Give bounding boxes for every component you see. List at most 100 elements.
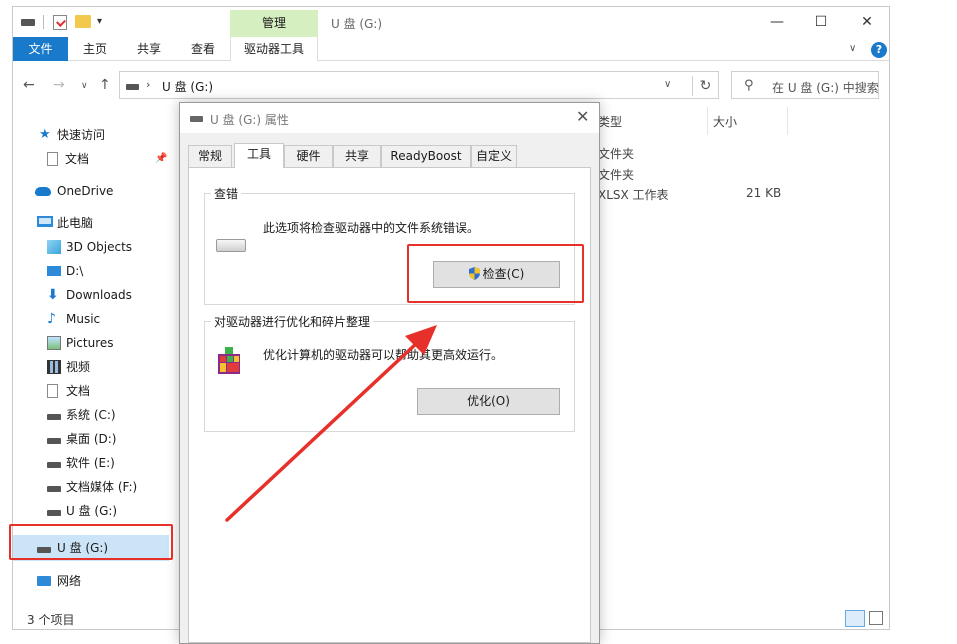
drive-icon[interactable] <box>21 19 35 26</box>
status-bar-item-count: 3 个项目 <box>27 613 75 627</box>
column-divider[interactable] <box>787 107 788 135</box>
tab-home[interactable]: 主页 <box>75 37 115 61</box>
file-size-cell: 21 KB <box>746 186 782 200</box>
optimize-title: 对驱动器进行优化和碎片整理 <box>211 313 374 330</box>
highlight-usb-drive <box>9 524 173 560</box>
error-checking-title: 查错 <box>211 185 242 202</box>
sidebar-item-3d-objects[interactable]: 3D Objects <box>13 236 183 258</box>
highlight-check-button <box>407 244 584 303</box>
drive-icon <box>190 116 203 122</box>
ribbon-tabs: 文件 主页 共享 查看 驱动器工具 <box>13 37 889 61</box>
sidebar-item-pictures[interactable]: Pictures <box>13 332 183 354</box>
error-checking-description: 此选项将检查驱动器中的文件系统错误。 <box>263 221 480 235</box>
new-folder-icon[interactable] <box>75 15 91 28</box>
optimize-group: 对驱动器进行优化和碎片整理 优化计算机的驱动器可以帮助其更高效运行。 优化(O) <box>204 313 575 432</box>
tab-hardware[interactable]: 硬件 <box>284 145 333 167</box>
document-icon <box>47 152 58 166</box>
breadcrumb[interactable]: U 盘 (G:) <box>162 78 213 95</box>
column-header-size[interactable]: 大小 <box>713 113 737 130</box>
sidebar-item-quick-access[interactable]: ★ 快速访问 <box>13 124 183 146</box>
star-icon: ★ <box>39 127 51 142</box>
dialog-title: U 盘 (G:) 属性 <box>210 113 289 127</box>
pictures-icon <box>47 336 61 350</box>
window-title: U 盘 (G:) <box>331 17 383 31</box>
drive-icon <box>216 239 246 252</box>
column-divider[interactable] <box>707 107 708 135</box>
drive-icon <box>47 510 61 516</box>
file-type-cell: XLSX 工作表 <box>598 188 669 202</box>
drive-icon <box>47 486 61 492</box>
sidebar-item-drive-e[interactable]: 软件 (E:) <box>13 452 183 474</box>
tab-sharing[interactable]: 共享 <box>333 145 381 167</box>
pin-icon[interactable]: 📌 <box>155 148 167 170</box>
recent-locations-icon[interactable]: ∨ <box>81 81 88 91</box>
close-icon[interactable]: ✕ <box>844 11 890 33</box>
tools-tab-panel: 查错 此选项将检查驱动器中的文件系统错误。 检查(C) 对驱动器进行优化和碎片整… <box>188 167 591 643</box>
tab-share[interactable]: 共享 <box>129 37 169 61</box>
sidebar-item-videos[interactable]: 视频 <box>13 356 183 378</box>
large-icons-view-icon[interactable] <box>869 611 883 625</box>
monitor-icon <box>47 266 61 276</box>
back-arrow-icon[interactable]: ← <box>23 77 35 93</box>
sidebar-item-music[interactable]: ♪ Music <box>13 308 183 330</box>
computer-icon <box>37 216 53 227</box>
address-bar[interactable]: › U 盘 (G:) ∨ ↻ <box>119 71 719 99</box>
title-bar: ▾ 管理 U 盘 (G:) — ☐ ✕ <box>13 7 889 37</box>
document-icon <box>47 384 58 398</box>
tab-view[interactable]: 查看 <box>183 37 223 61</box>
sidebar-item-drive-c[interactable]: 系统 (C:) <box>13 404 183 426</box>
sidebar-item-this-pc[interactable]: 此电脑 <box>13 212 183 234</box>
sidebar-item-d-drive[interactable]: D:\ <box>13 260 183 282</box>
help-icon[interactable]: ? <box>871 42 887 58</box>
dialog-title-bar: U 盘 (G:) 属性 ✕ <box>180 103 599 133</box>
details-view-icon[interactable] <box>845 610 865 627</box>
tab-file[interactable]: 文件 <box>13 37 68 61</box>
close-icon[interactable]: ✕ <box>576 107 589 126</box>
sidebar-item-onedrive[interactable]: OneDrive <box>13 180 183 202</box>
drive-icon <box>47 462 61 468</box>
drive-icon <box>47 438 61 444</box>
sidebar-item-drive-g[interactable]: U 盘 (G:) <box>13 500 183 522</box>
customize-toolbar-icon[interactable]: ▾ <box>97 15 102 29</box>
up-arrow-icon[interactable]: ↑ <box>99 77 111 93</box>
tab-readyboost[interactable]: ReadyBoost <box>381 145 471 167</box>
optimize-description: 优化计算机的驱动器可以帮助其更高效运行。 <box>263 348 504 362</box>
download-icon: ⬇ <box>47 287 59 303</box>
sidebar-item-drive-d[interactable]: 桌面 (D:) <box>13 428 183 450</box>
cube-icon <box>47 240 61 254</box>
tab-drive-tools[interactable]: 驱动器工具 <box>230 37 318 61</box>
search-placeholder: 在 U 盘 (G:) 中搜索 <box>772 81 879 95</box>
navigation-pane: ★ 快速访问 文档 📌 OneDrive 此电脑 3D Objects D:\ … <box>13 117 183 588</box>
maximize-icon[interactable]: ☐ <box>798 11 844 33</box>
file-type-cell: 文件夹 <box>598 147 635 161</box>
sidebar-item-documents-pinned[interactable]: 文档 📌 <box>13 148 183 170</box>
chevron-down-icon[interactable]: ∨ <box>664 79 671 90</box>
tab-tools[interactable]: 工具 <box>234 143 284 168</box>
manage-context-tab[interactable]: 管理 <box>230 10 318 37</box>
toolbar-separator <box>43 15 44 29</box>
cloud-icon <box>35 187 51 196</box>
refresh-icon[interactable]: ↻ <box>692 76 718 96</box>
minimize-icon[interactable]: — <box>754 11 800 33</box>
optimize-button[interactable]: 优化(O) <box>417 388 560 415</box>
search-icon: ⚲ <box>744 78 754 93</box>
sidebar-item-documents[interactable]: 文档 <box>13 380 183 402</box>
network-icon <box>37 576 51 586</box>
drive-properties-dialog: U 盘 (G:) 属性 ✕ 常规 工具 硬件 共享 ReadyBoost 自定义… <box>179 102 600 644</box>
sidebar-item-drive-f[interactable]: 文档媒体 (F:) <box>13 476 183 498</box>
tab-general[interactable]: 常规 <box>188 145 232 167</box>
music-icon: ♪ <box>47 311 56 327</box>
search-input[interactable]: ⚲ 在 U 盘 (G:) 中搜索 <box>731 71 879 99</box>
chevron-down-icon[interactable]: ∨ <box>849 43 856 54</box>
tab-customize[interactable]: 自定义 <box>471 145 517 167</box>
defragment-icon <box>218 347 240 374</box>
column-header-type[interactable]: 类型 <box>598 113 622 130</box>
properties-icon[interactable] <box>53 15 67 30</box>
drive-icon <box>47 414 61 420</box>
video-icon <box>47 360 61 374</box>
drive-icon <box>126 84 139 90</box>
breadcrumb-chevron-icon[interactable]: › <box>146 78 150 91</box>
forward-arrow-icon[interactable]: → <box>53 77 65 93</box>
sidebar-item-downloads[interactable]: ⬇ Downloads <box>13 284 183 306</box>
sidebar-item-network[interactable]: 网络 <box>13 570 183 592</box>
